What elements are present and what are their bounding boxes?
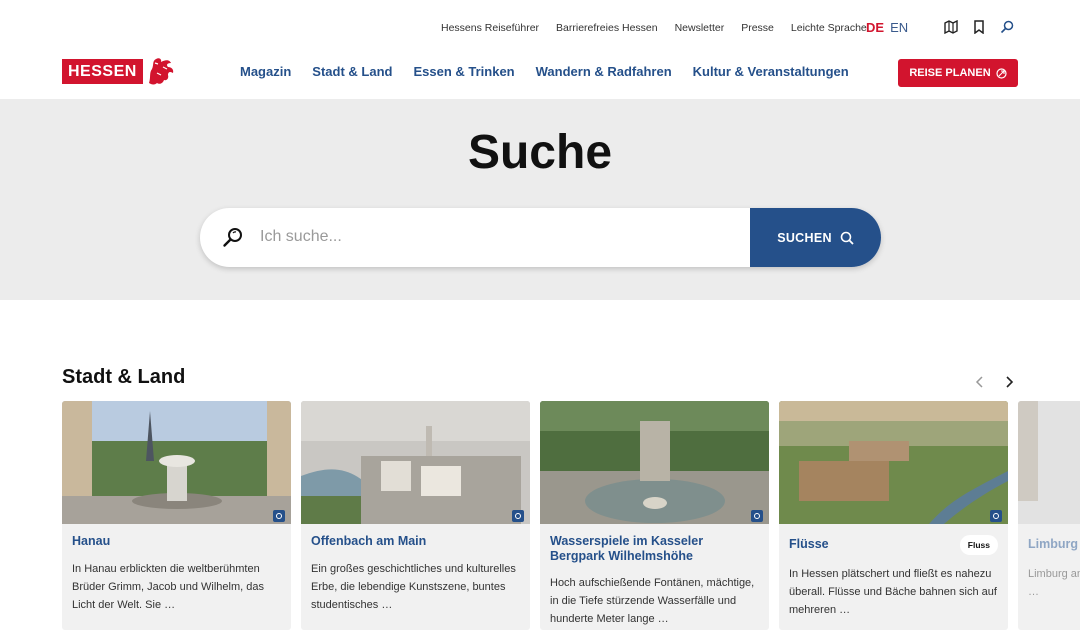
- map-icon[interactable]: [944, 19, 958, 35]
- utility-bar: Hessens Reiseführer Barrierefreies Hesse…: [0, 0, 1080, 56]
- chevron-right-icon[interactable]: [1002, 374, 1016, 390]
- nav-stadt-land[interactable]: Stadt & Land: [312, 64, 392, 79]
- lang-en[interactable]: EN: [890, 20, 908, 35]
- section-title: Stadt & Land: [62, 366, 186, 388]
- page-title: Suche: [467, 126, 613, 179]
- info-badge-icon: [751, 510, 763, 522]
- search-button-icon: [840, 231, 854, 245]
- util-link-barrierefrei[interactable]: Barrierefreies Hessen: [556, 22, 658, 34]
- info-badge-icon: [990, 510, 1002, 522]
- card-wasserspiele[interactable]: Wasserspiele im Kasseler Bergpark Wilhel…: [540, 401, 769, 630]
- card-text: In Hessen plätschert und fließt es nahez…: [789, 568, 997, 616]
- card-image: [301, 401, 530, 524]
- card-image: [540, 401, 769, 524]
- nav-essen-trinken[interactable]: Essen & Trinken: [413, 64, 514, 79]
- card-image: [62, 401, 291, 524]
- search-submit-button[interactable]: SUCHEN: [750, 208, 881, 267]
- card-title: Limburg: [1028, 537, 1078, 551]
- lion-icon: [148, 58, 173, 85]
- search-bar: SUCHEN: [200, 208, 881, 267]
- lang-de[interactable]: DE: [866, 20, 884, 35]
- card-image: [1018, 401, 1080, 524]
- card-carousel: Hanau In Hanau erblickten die weltberühm…: [62, 401, 1080, 630]
- card-hanau[interactable]: Hanau In Hanau erblickten die weltberühm…: [62, 401, 291, 630]
- nav-magazin[interactable]: Magazin: [240, 64, 291, 79]
- language-switch: DE EN: [866, 20, 908, 35]
- util-link-presse[interactable]: Presse: [741, 22, 774, 34]
- card-text: Limburg an … Geschichte … miteinander …: [1028, 568, 1080, 598]
- bookmark-icon[interactable]: [972, 20, 986, 35]
- card-limburg[interactable]: Limburg Limburg an … Geschichte … mitein…: [1018, 401, 1080, 630]
- magnifier-icon: [223, 228, 242, 247]
- card-text: Hoch aufschießende Fontänen, mächtige, i…: [550, 577, 755, 625]
- planner-icon: [996, 67, 1007, 79]
- util-link-newsletter[interactable]: Newsletter: [675, 22, 725, 34]
- card-title: Hanau: [72, 534, 111, 548]
- card-title: Offenbach am Main: [311, 534, 427, 548]
- info-badge-icon: [273, 510, 285, 522]
- search-hero: Suche SUCHEN: [0, 99, 1080, 300]
- info-badge-icon: [512, 510, 524, 522]
- card-title: Wasserspiele im Kasseler Bergpark Wilhel…: [550, 534, 704, 563]
- card-text: In Hanau erblickten die weltberühmten Br…: [72, 563, 264, 611]
- card-title: Flüsse: [789, 537, 829, 551]
- logo-wordmark: HESSEN: [62, 58, 143, 84]
- search-input[interactable]: [260, 220, 730, 254]
- util-link-leichte-sprache[interactable]: Leichte Sprache: [791, 22, 867, 34]
- card-text: Ein großes geschichtliches und kulturell…: [311, 563, 516, 611]
- search-icon[interactable]: [1000, 20, 1014, 34]
- nav-kultur-veranstaltungen[interactable]: Kultur & Veranstaltungen: [693, 64, 849, 79]
- reise-planen-button[interactable]: REISE PLANEN: [898, 59, 1018, 87]
- reise-planen-label: REISE PLANEN: [909, 67, 991, 79]
- main-navigation: Magazin Stadt & Land Essen & Trinken Wan…: [240, 64, 870, 79]
- nav-wandern-radfahren[interactable]: Wandern & Radfahren: [536, 64, 672, 79]
- card-fluesse[interactable]: Fluss Flüsse In Hessen plätschert und fl…: [779, 401, 1008, 630]
- carousel-arrows: [972, 374, 1016, 390]
- utility-links: Hessens Reiseführer Barrierefreies Hesse…: [441, 22, 884, 34]
- utility-icons: [944, 19, 1014, 35]
- chevron-left-icon[interactable]: [972, 374, 986, 390]
- hessen-logo[interactable]: HESSEN: [62, 55, 177, 87]
- util-link-reisefuehrer[interactable]: Hessens Reiseführer: [441, 22, 539, 34]
- card-image: [779, 401, 1008, 524]
- card-offenbach[interactable]: Offenbach am Main Ein großes geschichtli…: [301, 401, 530, 630]
- search-button-label: SUCHEN: [777, 230, 832, 245]
